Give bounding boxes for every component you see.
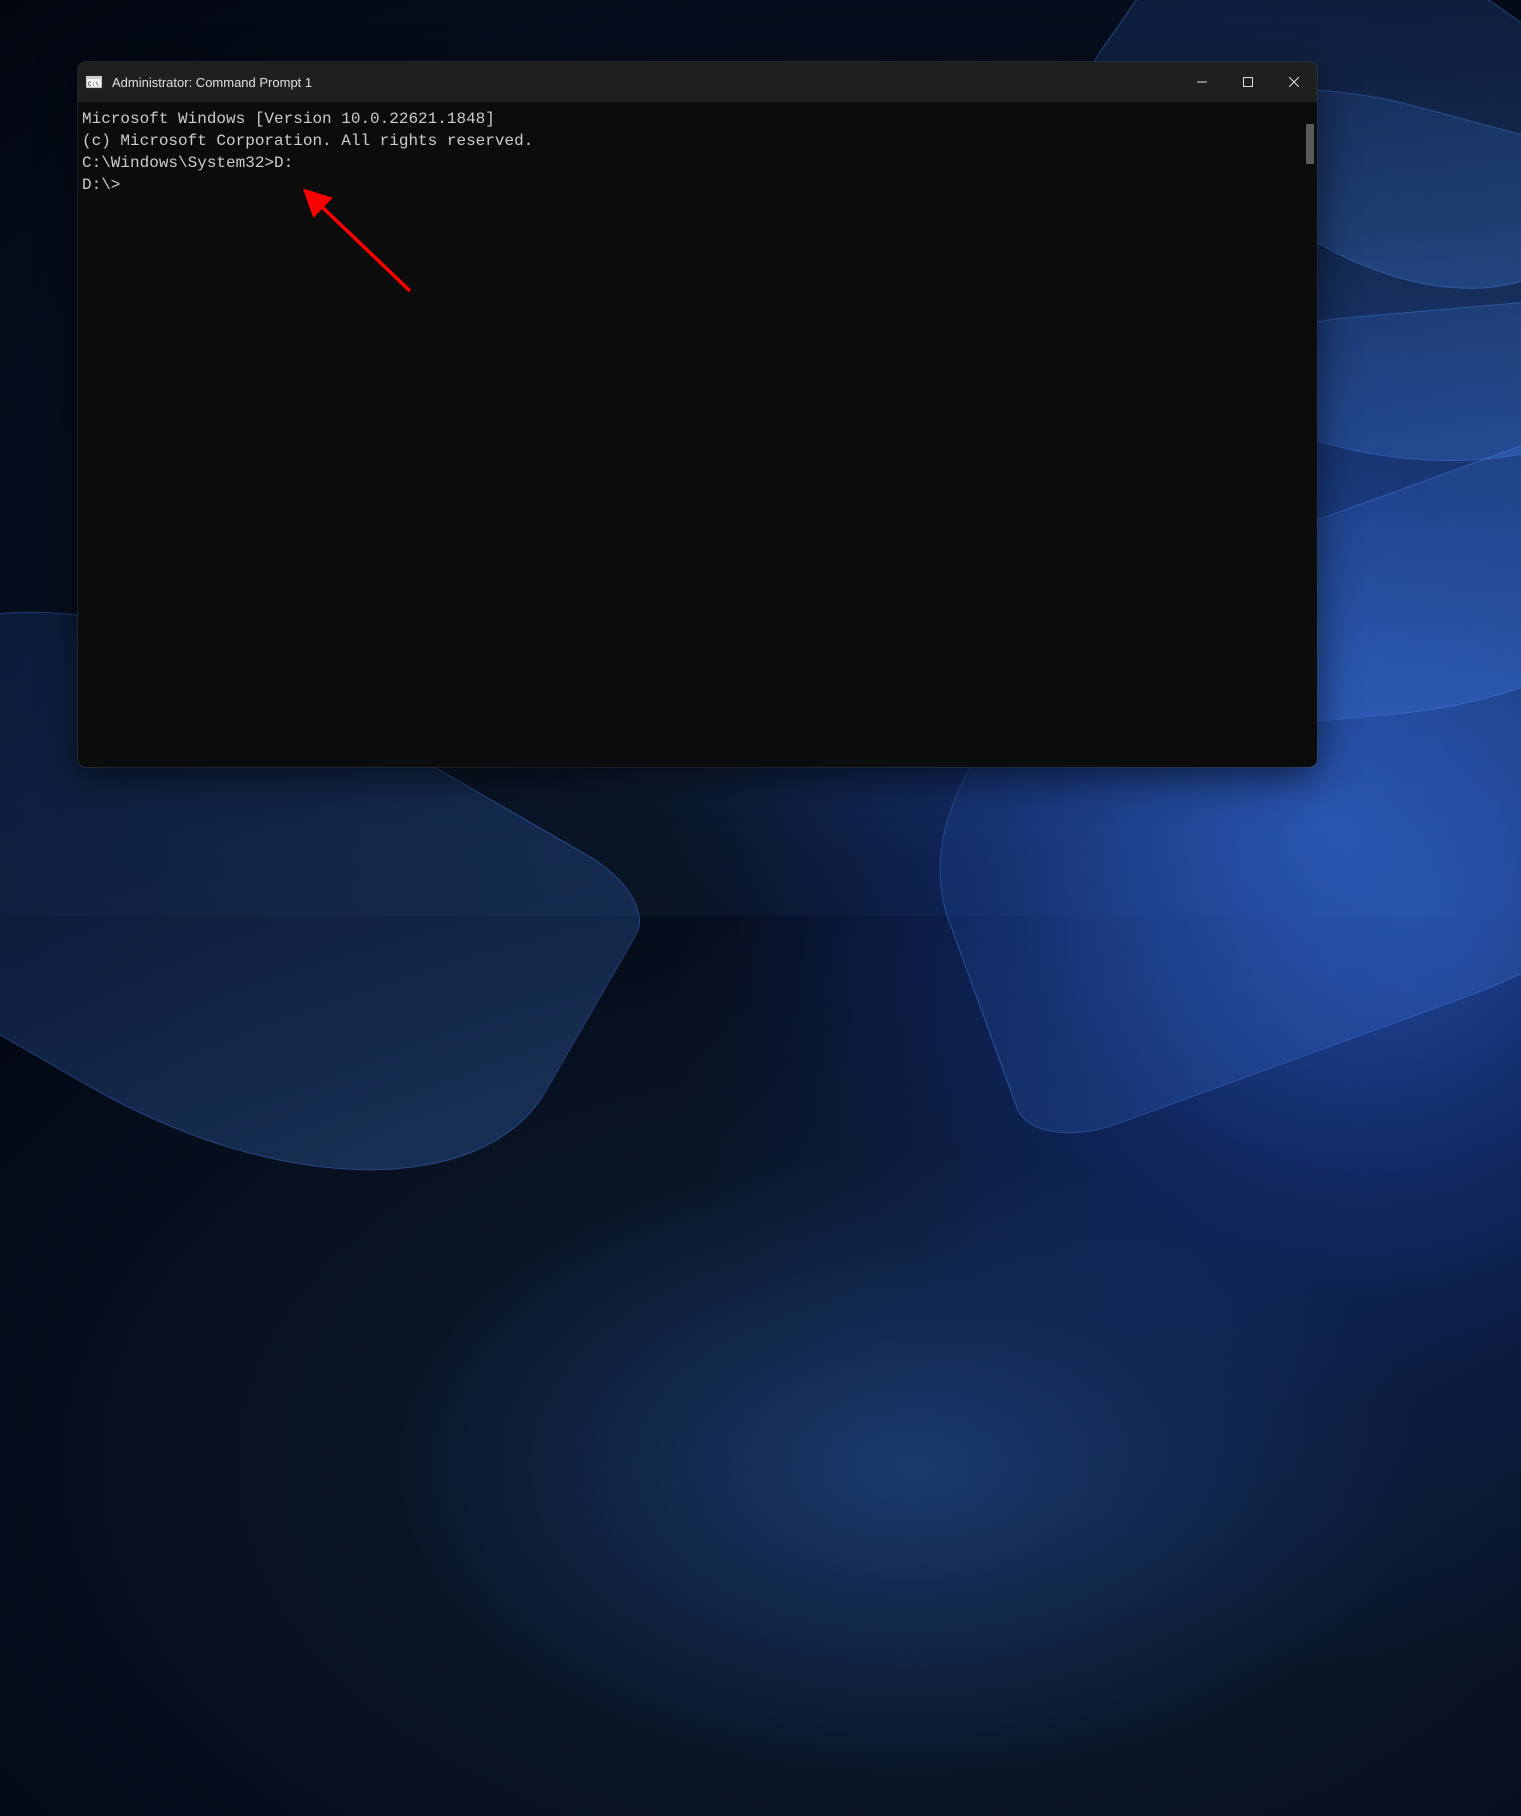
terminal-area[interactable]: Microsoft Windows [Version 10.0.22621.18… — [78, 102, 1317, 767]
scrollbar[interactable] — [1302, 106, 1317, 763]
terminal-prompt: D:\> — [82, 174, 1302, 196]
titlebar[interactable]: C:\ Administrator: Command Prompt 1 — [78, 62, 1317, 102]
terminal-line: C:\Windows\System32>D: — [82, 152, 1302, 174]
window-controls — [1179, 62, 1317, 102]
terminal-line: Microsoft Windows [Version 10.0.22621.18… — [82, 108, 1302, 130]
terminal-line: (c) Microsoft Corporation. All rights re… — [82, 130, 1302, 152]
terminal-output: Microsoft Windows [Version 10.0.22621.18… — [82, 106, 1302, 763]
cmd-icon: C:\ — [86, 74, 102, 90]
close-button[interactable] — [1271, 62, 1317, 102]
minimize-button[interactable] — [1179, 62, 1225, 102]
maximize-button[interactable] — [1225, 62, 1271, 102]
window-title: Administrator: Command Prompt 1 — [112, 75, 1179, 90]
svg-text:C:\: C:\ — [88, 81, 99, 88]
command-prompt-window: C:\ Administrator: Command Prompt 1 Micr… — [78, 62, 1317, 767]
scrollbar-thumb[interactable] — [1306, 124, 1314, 164]
